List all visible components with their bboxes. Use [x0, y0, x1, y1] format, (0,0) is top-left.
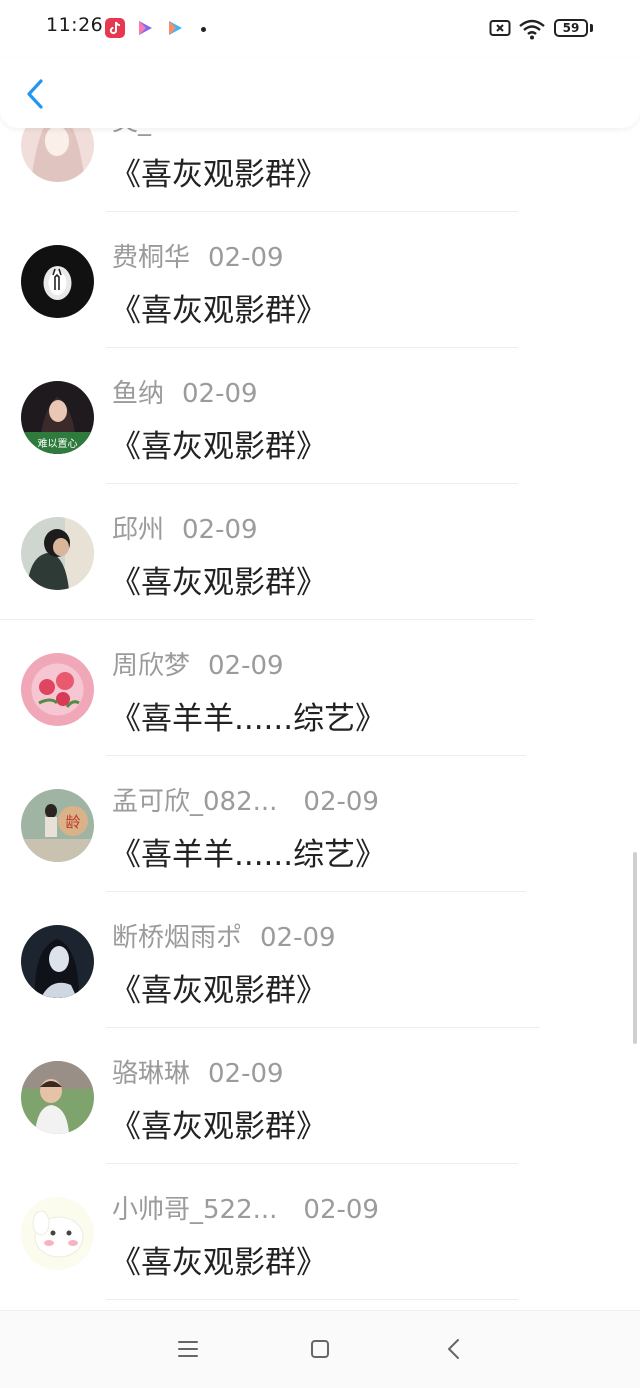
douyin-app-icon — [105, 18, 125, 38]
list-item[interactable]: 费桐华 02-09 《喜灰观影群》 — [0, 212, 640, 348]
user-name: 断桥烟雨ポ — [112, 923, 243, 953]
home-square-icon — [311, 1340, 329, 1358]
avatar: 龄 — [21, 789, 94, 862]
meta: 鱼纳 02-09 — [112, 373, 258, 410]
meta: 骆琳琳 02-09 — [112, 1053, 284, 1090]
status-bar: 11:26 59 — [0, 0, 640, 58]
meta: 孟可欣_082... 02-09 — [112, 781, 379, 818]
share-title: 《喜灰观影群》 — [110, 973, 327, 1009]
back-triangle-icon — [448, 1339, 459, 1359]
share-title: 《喜灰观影群》 — [110, 565, 327, 601]
top-app-bar — [0, 58, 640, 128]
divider — [106, 1299, 518, 1300]
share-title: 《喜灰观影群》 — [110, 1245, 327, 1281]
avatar — [21, 925, 94, 998]
list-item[interactable]: 难以置心 鱼纳 02-09 《喜灰观影群》 — [0, 348, 640, 484]
back-button[interactable] — [20, 74, 52, 114]
sim-off-icon — [489, 18, 511, 42]
list-item[interactable]: 周欣梦 02-09 《喜羊羊......综艺》 — [0, 620, 640, 756]
wifi-icon — [518, 18, 546, 44]
meta: 费桐华 02-09 — [112, 237, 284, 274]
system-nav-bar — [0, 1310, 640, 1388]
share-date: 02-09 — [182, 379, 258, 409]
avatar-caption: 难以置心 — [38, 438, 78, 450]
video-app-icon — [135, 18, 155, 38]
list-item[interactable]: 断桥烟雨ポ 02-09 《喜灰观影群》 — [0, 892, 640, 1028]
meta: 断桥烟雨ポ 02-09 — [112, 917, 336, 954]
avatar — [21, 1197, 94, 1270]
menu-icon — [178, 1341, 198, 1357]
share-title: 《喜灰观影群》 — [110, 429, 327, 465]
user-name: 邱州 — [112, 515, 165, 545]
list-item[interactable]: 骆琳琳 02-09 《喜灰观影群》 — [0, 1028, 640, 1164]
share-title: 《喜羊羊......综艺》 — [110, 837, 387, 873]
share-title: 《喜羊羊......综艺》 — [110, 701, 387, 737]
avatar-caption: 龄 — [65, 813, 80, 831]
share-date: 02-09 — [208, 1059, 284, 1089]
share-title: 《喜灰观影群》 — [110, 293, 327, 329]
share-date: 02-09 — [182, 515, 258, 545]
chevron-left-icon — [27, 79, 43, 109]
user-name: 周欣梦 — [112, 651, 191, 681]
list-item[interactable]: 小帅哥_522... 02-09 《喜灰观影群》 — [0, 1164, 640, 1300]
scrollbar[interactable] — [633, 852, 637, 1044]
avatar: 难以置心 — [21, 381, 94, 454]
notification-dot — [201, 27, 206, 32]
battery-icon: 59 — [554, 19, 588, 37]
meta: 小帅哥_522... 02-09 — [112, 1189, 379, 1226]
user-name: 骆琳琳 — [112, 1059, 191, 1089]
share-title: 《喜灰观影群》 — [110, 157, 327, 193]
home-button[interactable] — [304, 1333, 336, 1365]
share-title: 《喜灰观影群》 — [110, 1109, 327, 1145]
share-date: 02-09 — [303, 1195, 379, 1225]
meta: 邱州 02-09 — [112, 509, 258, 546]
video-app-icon-2 — [165, 18, 185, 38]
battery-tip — [590, 24, 593, 32]
share-date: 02-09 — [208, 651, 284, 681]
user-name: 小帅哥_522... — [112, 1195, 278, 1225]
share-date: 02-09 — [303, 787, 379, 817]
avatar — [21, 517, 94, 590]
avatar — [21, 1061, 94, 1134]
menu-button[interactable] — [172, 1333, 204, 1365]
user-name: 鱼纳 — [112, 379, 165, 409]
nav-back-button[interactable] — [438, 1333, 470, 1365]
list-item[interactable]: 龄 孟可欣_082... 02-09 《喜羊羊......综艺》 — [0, 756, 640, 892]
user-name: 费桐华 — [112, 243, 191, 273]
user-name: 孟可欣_082... — [112, 787, 278, 817]
avatar — [21, 245, 94, 318]
status-time: 11:26 — [46, 14, 104, 36]
share-date: 02-09 — [208, 243, 284, 273]
list-item[interactable]: 邱州 02-09 《喜灰观影群》 — [0, 484, 640, 620]
share-date: 02-09 — [260, 923, 336, 953]
avatar — [21, 653, 94, 726]
meta: 周欣梦 02-09 — [112, 645, 284, 682]
